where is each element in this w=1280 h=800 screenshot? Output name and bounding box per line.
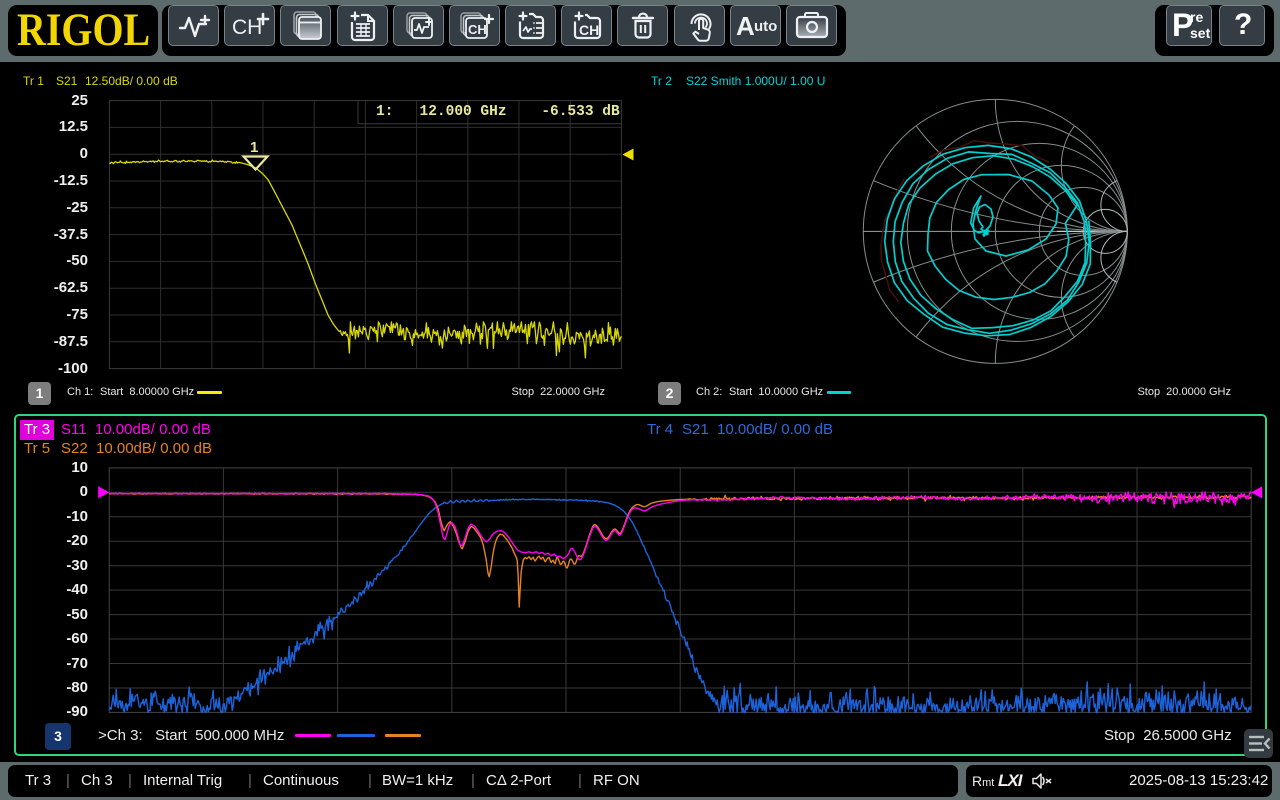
svg-text:A: A bbox=[736, 11, 755, 41]
svg-text:uto: uto bbox=[754, 18, 777, 35]
svg-text:CH: CH bbox=[579, 22, 599, 38]
svg-text:CH: CH bbox=[468, 22, 487, 37]
